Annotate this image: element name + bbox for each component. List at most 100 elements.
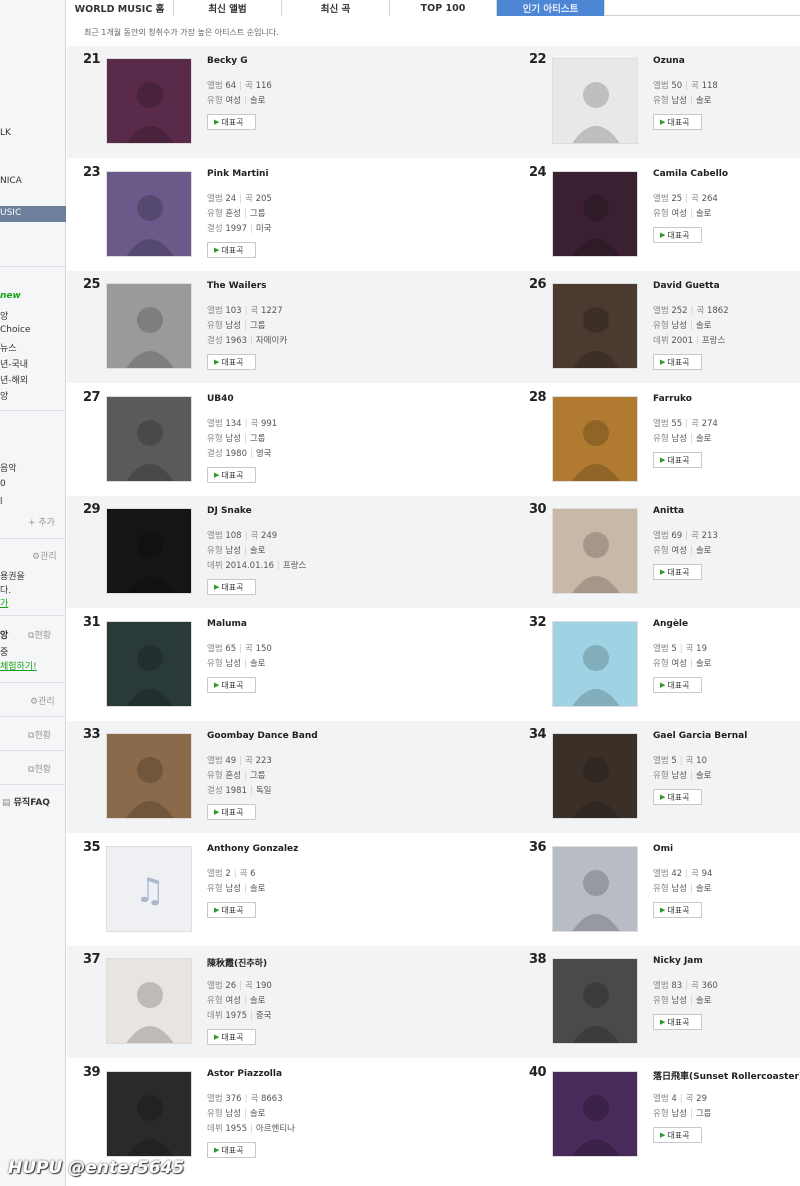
country: 영국 bbox=[255, 449, 272, 459]
artist-origin: 데뷔 2001 | 프랑스 bbox=[653, 336, 726, 346]
artist-photo[interactable] bbox=[106, 171, 192, 257]
artist-photo[interactable]: ♫ bbox=[106, 846, 192, 932]
artist-photo[interactable] bbox=[552, 1071, 638, 1157]
top-song-button[interactable]: ▶ 대표곡 bbox=[653, 902, 702, 918]
sidebar-item[interactable]: NICA bbox=[0, 176, 22, 186]
silhouette-head bbox=[583, 982, 609, 1008]
artist-photo[interactable] bbox=[106, 396, 192, 482]
artist-name[interactable]: David Guetta bbox=[653, 281, 720, 291]
artist-name[interactable]: 落日飛車(Sunset Rollercoaster) bbox=[653, 1069, 800, 1082]
artist-card: 33 Goombay Dance Band 앨범 49 | 곡 223 유형 혼성 | 그룹 결… bbox=[67, 721, 433, 833]
artist-name[interactable]: 陳秋霞(진추하) bbox=[207, 956, 267, 969]
tab-latest-songs[interactable]: 최신 곡 bbox=[282, 0, 390, 16]
artist-name[interactable]: Angèle bbox=[653, 619, 688, 629]
artist-photo[interactable] bbox=[552, 733, 638, 819]
top-song-button[interactable]: ▶ 대표곡 bbox=[207, 804, 256, 820]
sidebar-item[interactable]: Choice bbox=[0, 325, 30, 335]
top-song-button[interactable]: ▶ 대표곡 bbox=[207, 902, 256, 918]
artist-name[interactable]: Gael Garcia Bernal bbox=[653, 731, 747, 741]
artist-name[interactable]: UB40 bbox=[207, 394, 234, 404]
tab-world-music-home[interactable]: WORLD MUSIC 홈 bbox=[66, 0, 174, 16]
tab-top-100[interactable]: TOP 100 bbox=[390, 0, 497, 16]
status-link[interactable]: ⧉현황 bbox=[28, 628, 51, 641]
artist-photo[interactable] bbox=[552, 958, 638, 1044]
artist-photo[interactable] bbox=[552, 846, 638, 932]
artist-name[interactable]: DJ Snake bbox=[207, 506, 252, 516]
top-song-button[interactable]: ▶ 대표곡 bbox=[653, 564, 702, 580]
artist-name[interactable]: Nicky Jam bbox=[653, 956, 703, 966]
top-song-button[interactable]: ▶ 대표곡 bbox=[207, 1142, 256, 1158]
artist-photo[interactable] bbox=[552, 508, 638, 594]
artist-photo[interactable] bbox=[106, 58, 192, 144]
sidebar-item[interactable]: 년-해외 bbox=[0, 373, 28, 386]
artist-name[interactable]: Omi bbox=[653, 844, 673, 854]
sidebar-item[interactable]: 뉴스 bbox=[0, 341, 17, 354]
artist-card: 21 Becky G 앨범 64 | 곡 116 유형 여성 | 솔로 ▶ 대표곡 bbox=[67, 46, 433, 158]
top-song-button[interactable]: ▶ 대표곡 bbox=[653, 1127, 702, 1143]
status-link[interactable]: ⧉현황 bbox=[28, 762, 51, 775]
top-song-button[interactable]: ▶ 대표곡 bbox=[653, 1014, 702, 1030]
top-song-button[interactable]: ▶ 대표곡 bbox=[207, 467, 256, 483]
artist-photo[interactable] bbox=[106, 1071, 192, 1157]
top-song-button[interactable]: ▶ 대표곡 bbox=[207, 354, 256, 370]
top-song-button[interactable]: ▶ 대표곡 bbox=[653, 354, 702, 370]
sidebar-item[interactable]: 0 bbox=[0, 479, 6, 489]
top-song-button[interactable]: ▶ 대표곡 bbox=[653, 114, 702, 130]
sidebar-item[interactable]: 앙 bbox=[0, 309, 8, 322]
artist-name[interactable]: Becky G bbox=[207, 56, 248, 66]
top-song-button[interactable]: ▶ 대표곡 bbox=[207, 677, 256, 693]
status-link[interactable]: ⧉현황 bbox=[28, 728, 51, 741]
artist-photo[interactable] bbox=[552, 58, 638, 144]
tab-popular-artists[interactable]: 인기 아티스트 bbox=[497, 0, 605, 16]
artist-photo[interactable] bbox=[552, 171, 638, 257]
top-song-button[interactable]: ▶ 대표곡 bbox=[653, 452, 702, 468]
artist-photo[interactable] bbox=[552, 283, 638, 369]
sidebar-item[interactable]: 앙 bbox=[0, 389, 8, 402]
top-song-button[interactable]: ▶ 대표곡 bbox=[653, 227, 702, 243]
promo-link[interactable]: 가 bbox=[0, 596, 8, 609]
play-icon: ▶ bbox=[660, 906, 666, 914]
gender: 여성 bbox=[225, 996, 241, 1006]
add-button[interactable]: + 추가 bbox=[28, 515, 55, 528]
artist-photo[interactable] bbox=[552, 621, 638, 707]
type-label: 유형 bbox=[207, 659, 223, 669]
sidebar-item[interactable]: l bbox=[0, 497, 3, 507]
tab-latest-albums[interactable]: 최신 앨범 bbox=[174, 0, 282, 16]
song-count: 6 bbox=[250, 869, 256, 879]
manage-button[interactable]: ⚙관리 bbox=[32, 549, 57, 562]
artist-name[interactable]: Farruko bbox=[653, 394, 692, 404]
rank-number: 26 bbox=[529, 277, 547, 292]
top-song-button[interactable]: ▶ 대표곡 bbox=[207, 114, 256, 130]
artist-name[interactable]: Anthony Gonzalez bbox=[207, 844, 298, 854]
artist-name[interactable]: Camila Cabello bbox=[653, 169, 728, 179]
top-song-button[interactable]: ▶ 대표곡 bbox=[653, 677, 702, 693]
gender: 여성 bbox=[671, 209, 687, 219]
type-label: 유형 bbox=[207, 209, 223, 219]
sidebar-item-active[interactable]: USIC bbox=[0, 206, 66, 222]
artist-photo[interactable] bbox=[106, 733, 192, 819]
top-song-button[interactable]: ▶ 대표곡 bbox=[207, 579, 256, 595]
sidebar-item[interactable]: 음악 bbox=[0, 461, 17, 474]
sidebar-item[interactable]: LK bbox=[0, 128, 11, 138]
trial-link[interactable]: 체험하기! bbox=[0, 659, 37, 672]
artist-photo[interactable] bbox=[106, 508, 192, 594]
artist-photo[interactable] bbox=[552, 396, 638, 482]
top-song-button[interactable]: ▶ 대표곡 bbox=[653, 789, 702, 805]
sidebar-item[interactable]: 년-국내 bbox=[0, 357, 28, 370]
artist-name[interactable]: Ozuna bbox=[653, 56, 685, 66]
artist-name[interactable]: Maluma bbox=[207, 619, 247, 629]
artist-name[interactable]: The Wailers bbox=[207, 281, 267, 291]
artist-name[interactable]: Anitta bbox=[653, 506, 684, 516]
artist-photo[interactable] bbox=[106, 283, 192, 369]
artist-name[interactable]: Astor Piazzolla bbox=[207, 1069, 282, 1079]
artist-name[interactable]: Goombay Dance Band bbox=[207, 731, 318, 741]
song-count: 360 bbox=[701, 981, 718, 991]
artist-name[interactable]: Pink Martini bbox=[207, 169, 269, 179]
top-song-button[interactable]: ▶ 대표곡 bbox=[207, 242, 256, 258]
faq-link[interactable]: ▤ 뮤직FAQ bbox=[2, 795, 50, 808]
artist-photo[interactable] bbox=[106, 958, 192, 1044]
type-label: 유형 bbox=[207, 884, 223, 894]
artist-photo[interactable] bbox=[106, 621, 192, 707]
top-song-button[interactable]: ▶ 대표곡 bbox=[207, 1029, 256, 1045]
manage-button[interactable]: ⚙관리 bbox=[30, 694, 55, 707]
